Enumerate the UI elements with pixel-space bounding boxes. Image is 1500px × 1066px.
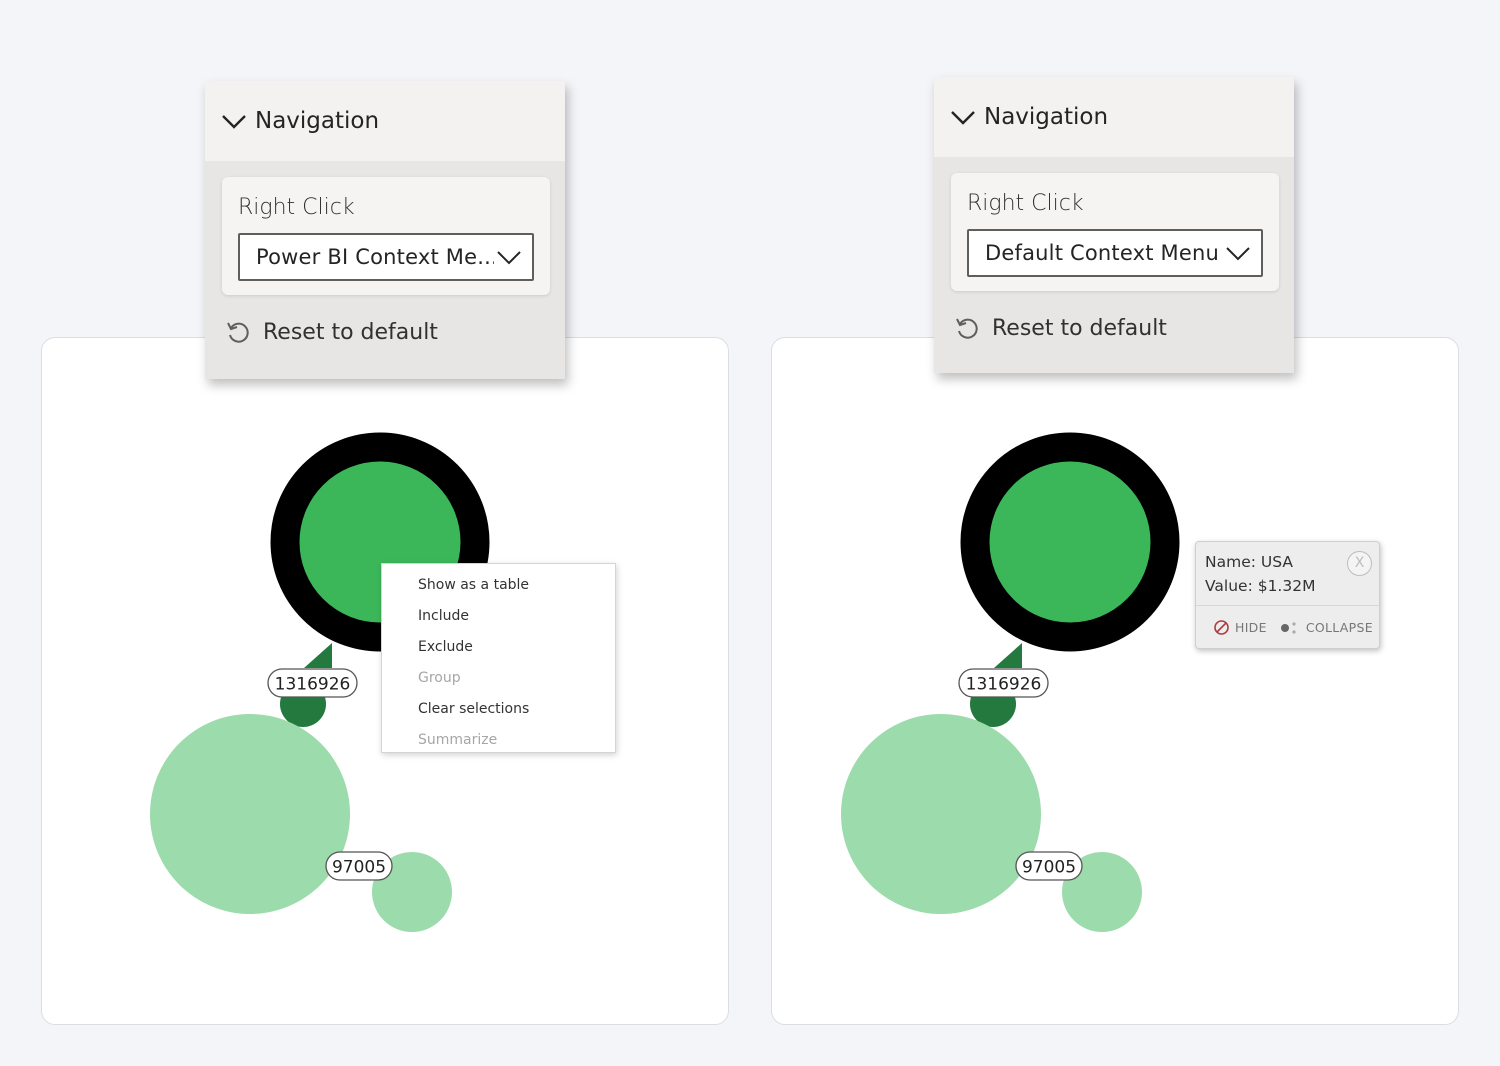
- context-menu-item-include[interactable]: Include: [382, 601, 615, 632]
- close-icon[interactable]: X: [1347, 551, 1372, 576]
- field-label: Right Click: [238, 195, 355, 220]
- node-label: 97005: [332, 858, 386, 878]
- section-title: Navigation: [255, 108, 380, 134]
- chevron-down-icon: [1226, 247, 1250, 261]
- node-label: 1316926: [966, 675, 1042, 695]
- context-menu-item-show-as-table[interactable]: Show as a table: [382, 570, 615, 601]
- format-pane-left: Navigation Right Click Power BI Context …: [205, 81, 565, 379]
- reset-label: Reset to default: [992, 315, 1167, 341]
- reset-to-default-button[interactable]: Reset to default: [954, 315, 1167, 341]
- right-click-setting: Right Click Power BI Context Me...: [222, 177, 550, 295]
- hide-icon: [1214, 620, 1229, 635]
- collapse-button[interactable]: COLLAPSE: [1267, 620, 1373, 636]
- page: 1316926 97005 1316926 97005 Navigation R…: [0, 0, 1500, 1066]
- graph-node-large[interactable]: [150, 714, 350, 914]
- collapse-icon: [1280, 621, 1296, 634]
- context-menu-item-clear-selections[interactable]: Clear selections: [382, 694, 615, 725]
- reset-to-default-button[interactable]: Reset to default: [225, 319, 438, 345]
- context-menu-item-exclude[interactable]: Exclude: [382, 632, 615, 663]
- chevron-down-icon: [951, 111, 975, 125]
- graph-node-large[interactable]: [841, 714, 1041, 914]
- field-label: Right Click: [967, 191, 1084, 216]
- dropdown-value: Power BI Context Me...: [256, 245, 494, 269]
- format-pane-right: Navigation Right Click Default Context M…: [934, 77, 1294, 373]
- context-menu-item-summarize: Summarize: [418, 732, 498, 748]
- dropdown-value: Default Context Menu: [985, 241, 1220, 265]
- navigation-section-header[interactable]: Navigation: [205, 81, 565, 161]
- edge-arrow: [304, 643, 332, 668]
- context-menu: Show as a table Include Exclude Group Cl…: [381, 563, 616, 753]
- reset-icon: [956, 318, 978, 339]
- context-menu-item-group: Group: [418, 670, 461, 686]
- right-click-dropdown[interactable]: Power BI Context Me...: [238, 233, 534, 281]
- collapse-label: COLLAPSE: [1305, 620, 1373, 635]
- tooltip-value: Value: $1.32M: [1205, 577, 1316, 595]
- node-label: 97005: [1022, 858, 1076, 878]
- hide-label: HIDE: [1235, 620, 1267, 635]
- edge-arrow: [994, 643, 1022, 668]
- visual-card-right: 1316926 97005: [771, 337, 1459, 1025]
- chevron-down-icon: [222, 115, 246, 129]
- network-graph-right: 1316926 97005: [841, 432, 1180, 932]
- node-label: 1316926: [275, 675, 351, 695]
- reset-label: Reset to default: [263, 319, 438, 345]
- chevron-down-icon: [497, 251, 521, 265]
- reset-icon: [227, 322, 249, 343]
- section-title: Navigation: [984, 104, 1109, 130]
- graph-node-selected[interactable]: [960, 432, 1180, 652]
- right-click-dropdown[interactable]: Default Context Menu: [967, 229, 1263, 277]
- hide-button[interactable]: HIDE: [1213, 619, 1267, 636]
- navigation-section-header[interactable]: Navigation: [934, 77, 1294, 157]
- node-tooltip: Name: USA Value: $1.32M X HIDE COLLAPSE: [1195, 541, 1380, 649]
- right-click-setting: Right Click Default Context Menu: [951, 173, 1279, 291]
